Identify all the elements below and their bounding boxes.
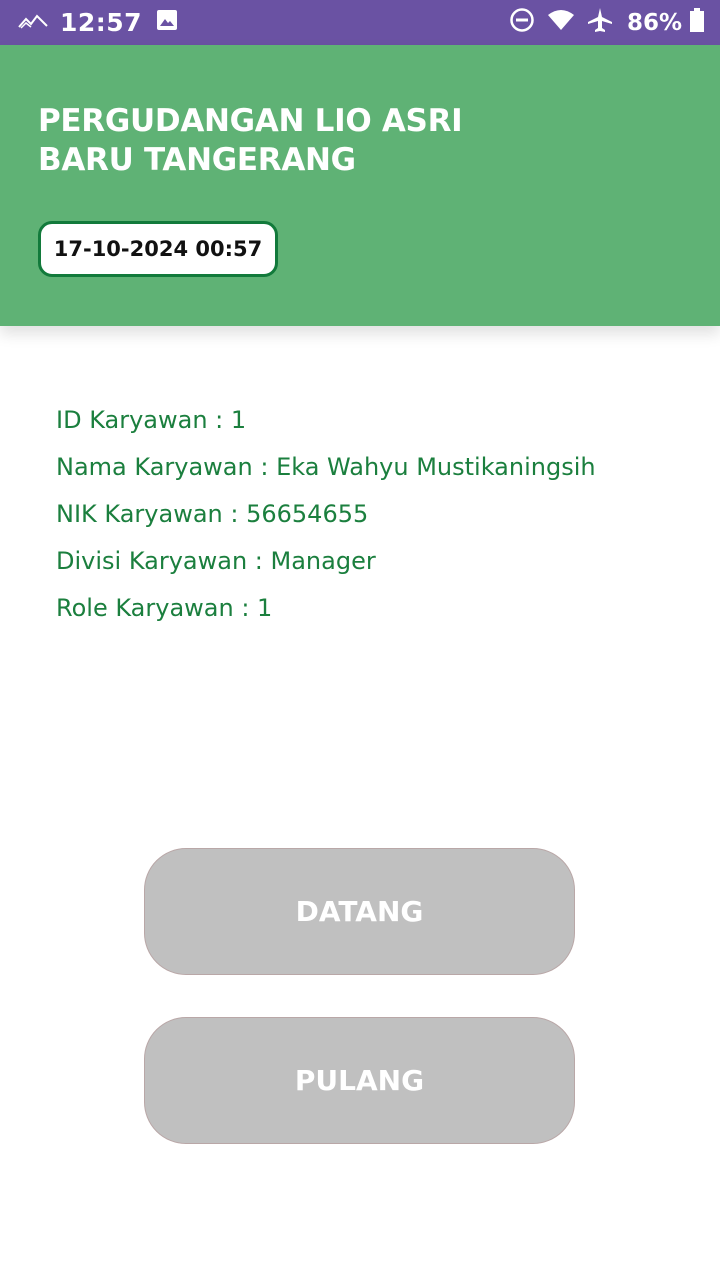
warehouse-title: PERGUDANGAN LIO ASRI BARU TANGERANG xyxy=(38,102,463,180)
airplane-icon xyxy=(587,7,613,38)
employee-division: Divisi Karyawan : Manager xyxy=(56,547,376,575)
app-header: PERGUDANGAN LIO ASRI BARU TANGERANG 17-1… xyxy=(0,45,720,326)
employee-id: ID Karyawan : 1 xyxy=(56,406,247,434)
status-bar: 12:57 86% xyxy=(0,0,720,45)
status-bar-right: 86% xyxy=(497,0,704,45)
datang-button[interactable]: DATANG xyxy=(144,848,575,975)
datetime-badge: 17-10-2024 00:57 xyxy=(38,221,278,277)
employee-nik: NIK Karyawan : 56654655 xyxy=(56,500,369,528)
status-time: 12:57 xyxy=(60,8,143,37)
image-icon xyxy=(156,9,178,36)
title-line-1: PERGUDANGAN LIO ASRI xyxy=(38,103,463,139)
signal-icon xyxy=(18,10,48,35)
status-bar-left: 12:57 xyxy=(18,0,178,45)
employee-role: Role Karyawan : 1 xyxy=(56,594,273,622)
wifi-icon xyxy=(547,9,575,36)
employee-info: ID Karyawan : 1 Nama Karyawan : Eka Wahy… xyxy=(56,397,596,632)
employee-name: Nama Karyawan : Eka Wahyu Mustikaningsih xyxy=(56,453,596,481)
title-line-2: BARU TANGERANG xyxy=(38,142,356,178)
dnd-icon xyxy=(509,7,535,38)
battery-percent: 86% xyxy=(626,9,682,36)
pulang-button[interactable]: PULANG xyxy=(144,1017,575,1144)
battery-icon xyxy=(690,8,704,37)
